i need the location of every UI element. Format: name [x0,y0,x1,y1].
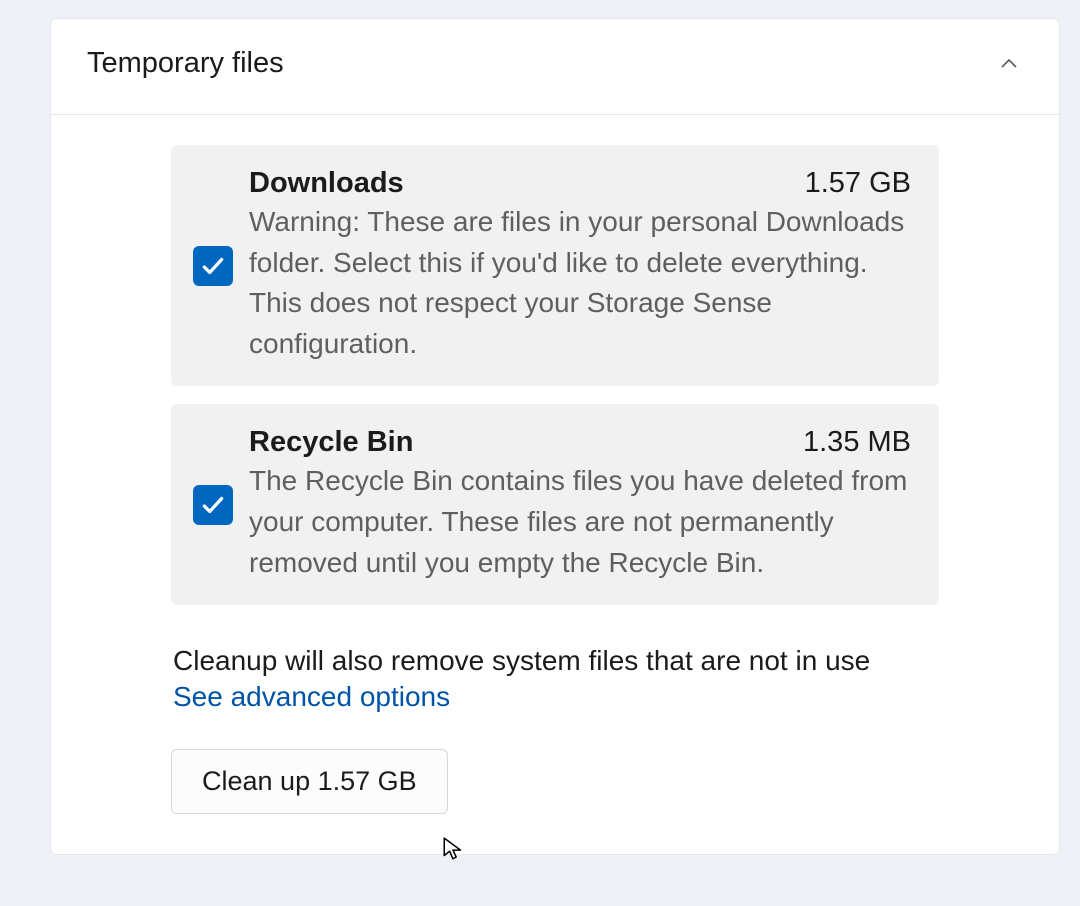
item-text-recycle-bin: Recycle Bin 1.35 MB The Recycle Bin cont… [249,426,911,583]
item-recycle-bin[interactable]: Recycle Bin 1.35 MB The Recycle Bin cont… [171,404,939,605]
checkmark-icon [200,253,226,279]
checkbox-recycle-bin[interactable] [193,485,233,525]
cleanup-note: Cleanup will also remove system files th… [173,645,939,677]
item-title: Recycle Bin [249,426,413,459]
item-size: 1.57 GB [805,167,911,200]
panel-title: Temporary files [87,47,284,80]
item-header-recycle-bin: Recycle Bin 1.35 MB [249,426,911,459]
panel-header[interactable]: Temporary files [51,19,1059,115]
checkmark-icon [200,492,226,518]
temporary-files-panel: Temporary files Downloads 1.57 GB [50,18,1060,855]
chevron-up-icon[interactable] [997,52,1021,76]
panel-body: Downloads 1.57 GB Warning: These are fil… [51,115,1059,854]
clean-up-button[interactable]: Clean up 1.57 GB [171,749,448,814]
item-header-downloads: Downloads 1.57 GB [249,167,911,200]
item-downloads[interactable]: Downloads 1.57 GB Warning: These are fil… [171,145,939,386]
item-description: The Recycle Bin contains files you have … [249,461,911,583]
see-advanced-options-link[interactable]: See advanced options [173,681,450,713]
checkbox-downloads[interactable] [193,246,233,286]
item-description: Warning: These are files in your persona… [249,202,911,364]
item-size: 1.35 MB [803,426,911,459]
settings-frame: Temporary files Downloads 1.57 GB [0,0,1080,906]
item-title: Downloads [249,167,404,200]
item-text-downloads: Downloads 1.57 GB Warning: These are fil… [249,167,911,364]
